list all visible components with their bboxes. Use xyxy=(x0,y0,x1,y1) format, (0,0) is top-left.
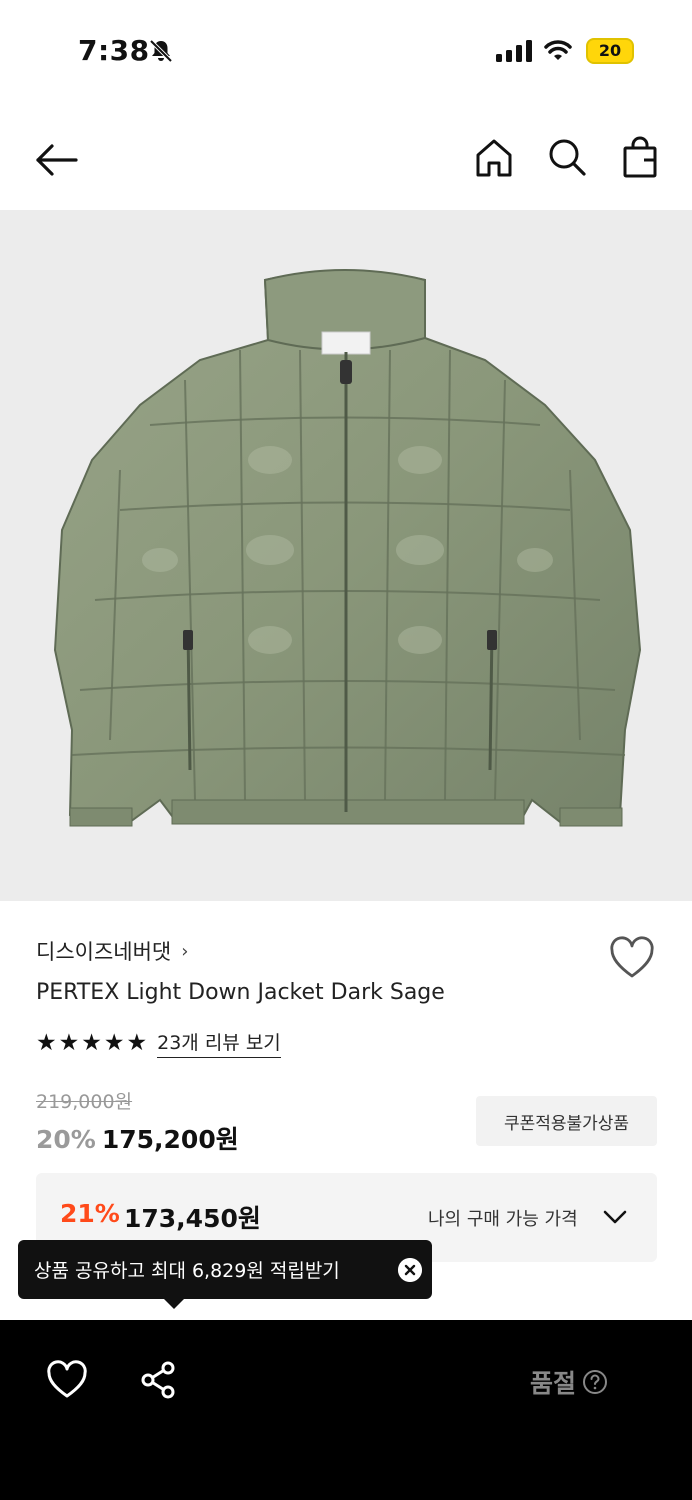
share-reward-tooltip: 상품 공유하고 최대 6,829원 적립받기 xyxy=(18,1240,432,1309)
coupon-status-badge: 쿠폰적용불가상품 xyxy=(476,1096,657,1146)
brand-name: 디스이즈네버댓 xyxy=(36,940,172,964)
sold-out-status: 품절 xyxy=(530,1364,608,1400)
status-bar: 7:38 20 xyxy=(0,0,692,100)
star-icon: ★ xyxy=(58,1030,80,1056)
jacket-illustration xyxy=(53,269,642,827)
close-icon[interactable] xyxy=(398,1258,422,1282)
price-row: 20% 175,200원 xyxy=(36,1120,239,1156)
wifi-icon xyxy=(544,40,572,60)
share-icon[interactable] xyxy=(138,1360,178,1400)
star-icon: ★ xyxy=(36,1030,57,1056)
wishlist-heart-icon[interactable] xyxy=(608,936,656,980)
review-link[interactable]: 23개 리뷰 보기 xyxy=(157,1028,281,1058)
search-icon[interactable] xyxy=(546,136,588,178)
chevron-down-icon xyxy=(603,1210,627,1224)
home-icon[interactable] xyxy=(472,136,516,180)
tooltip-arrow xyxy=(164,1299,184,1309)
product-title: PERTEX Light Down Jacket Dark Sage xyxy=(36,980,445,1005)
status-time: 7:38 xyxy=(78,34,150,67)
battery-level: 20 xyxy=(598,41,622,60)
bell-off-icon xyxy=(149,39,173,63)
shopping-bag-icon[interactable] xyxy=(620,136,660,180)
discount-rate: 20% xyxy=(36,1125,96,1154)
product-image[interactable] xyxy=(0,210,692,901)
star-icon: ★ xyxy=(81,1030,102,1056)
sale-price: 175,200원 xyxy=(101,1125,239,1154)
bottom-action-bar: 품절 xyxy=(0,1320,692,1500)
heart-icon[interactable] xyxy=(46,1360,88,1400)
tooltip-text: 상품 공유하고 최대 6,829원 적립받기 xyxy=(34,1260,340,1282)
sold-out-label: 품절 xyxy=(530,1369,577,1398)
my-price: 173,450원 xyxy=(124,1204,261,1233)
battery-icon: 20 xyxy=(586,38,634,64)
my-price-label: 나의 구매 가능 가격 xyxy=(428,1209,578,1230)
star-icon: ★ xyxy=(126,1030,148,1056)
original-price: 219,000원 xyxy=(36,1091,133,1113)
top-nav xyxy=(0,110,692,210)
rating-stars: ★ ★ ★ ★ ★ xyxy=(36,1030,147,1056)
star-icon: ★ xyxy=(103,1030,125,1056)
back-arrow-icon[interactable] xyxy=(32,136,80,184)
my-discount-rate: 21% xyxy=(60,1199,120,1228)
help-question-icon[interactable] xyxy=(582,1369,608,1395)
rating-row: ★ ★ ★ ★ ★ 23개 리뷰 보기 xyxy=(36,1028,281,1058)
brand-link[interactable]: 디스이즈네버댓 › xyxy=(36,936,188,966)
cellular-signal-icon xyxy=(496,40,532,62)
chevron-right-icon: › xyxy=(181,940,189,962)
